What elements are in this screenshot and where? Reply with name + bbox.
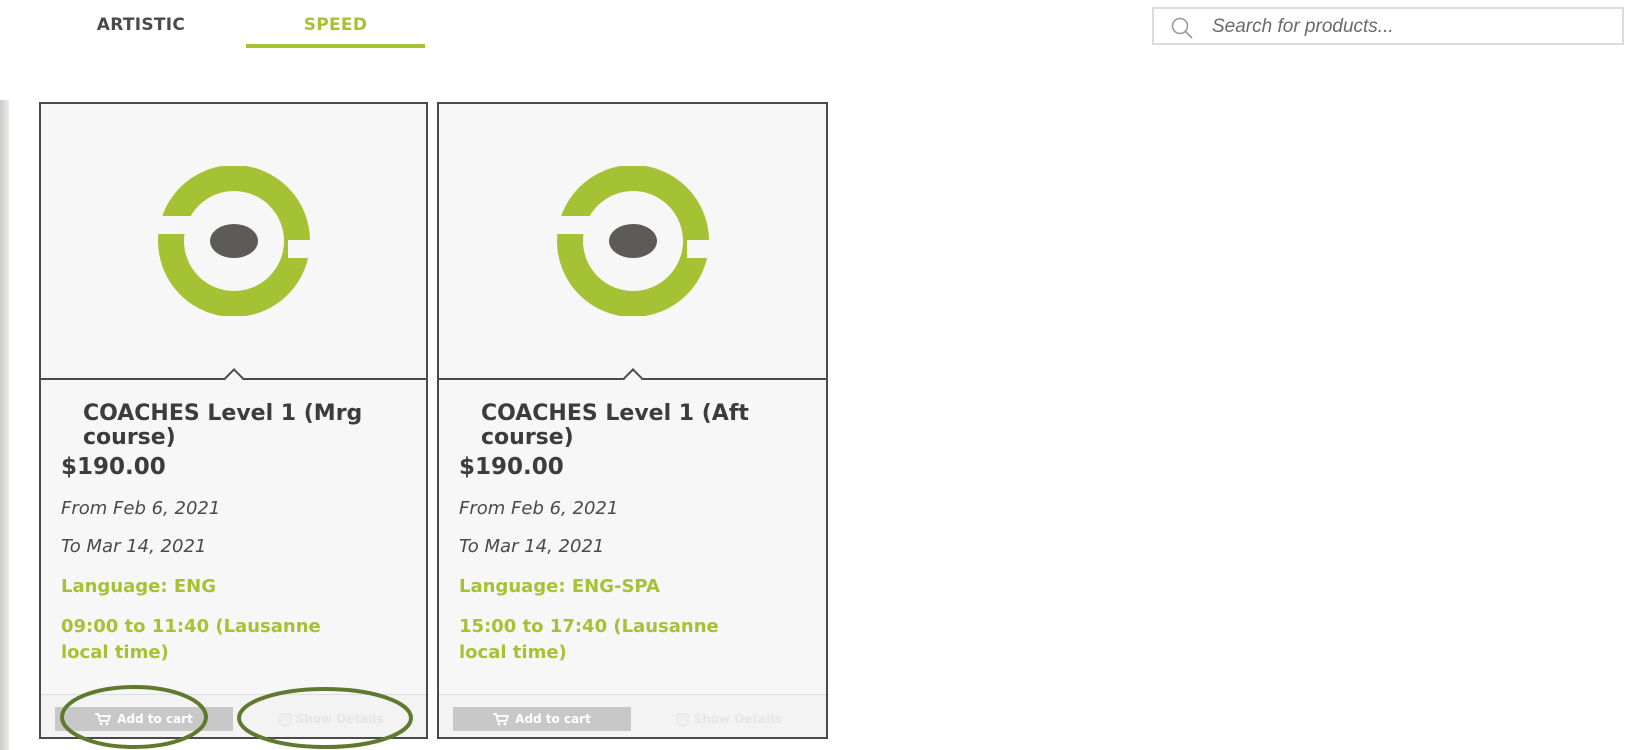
cart-icon <box>493 712 510 725</box>
product-card: COACHES Level 1 (Aft course) $190.00 Fro… <box>437 102 828 739</box>
show-details-button[interactable]: Show Details <box>266 707 396 731</box>
tab-artistic[interactable]: ARTISTIC <box>66 0 216 48</box>
end-date: To Mar 14, 2021 <box>459 536 605 557</box>
product-price: $190.00 <box>459 454 564 480</box>
show-details-label: Show Details <box>295 712 384 726</box>
ring-logo-icon <box>142 166 328 316</box>
cart-icon <box>95 712 112 725</box>
search-icon[interactable] <box>1170 17 1196 39</box>
time-label: 15:00 to 17:40 (Lausanne local time) <box>459 616 719 663</box>
tab-speed[interactable]: SPEED <box>246 0 425 48</box>
start-date: From Feb 6, 2021 <box>61 498 221 519</box>
product-title[interactable]: COACHES Level 1 (Aft course) <box>481 402 801 450</box>
language-label: Language: ENG <box>61 576 216 597</box>
product-price: $190.00 <box>61 454 166 480</box>
show-details-button[interactable]: Show Details <box>664 707 794 731</box>
add-to-cart-button[interactable]: Add to cart <box>453 707 631 731</box>
document-icon <box>278 712 291 726</box>
card-footer: Add to cart Show Details <box>41 694 426 737</box>
show-details-label: Show Details <box>693 712 782 726</box>
add-to-cart-button[interactable]: Add to cart <box>55 707 233 731</box>
search-input[interactable] <box>1210 13 1614 41</box>
left-edge-shadow <box>0 100 9 750</box>
end-date: To Mar 14, 2021 <box>61 536 207 557</box>
product-image[interactable] <box>41 104 426 380</box>
document-icon <box>676 712 689 726</box>
add-to-cart-label: Add to cart <box>515 712 591 726</box>
product-title[interactable]: COACHES Level 1 (Mrg course) <box>83 402 403 450</box>
time-label: 09:00 to 11:40 (Lausanne local time) <box>61 616 321 663</box>
start-date: From Feb 6, 2021 <box>459 498 619 519</box>
product-image[interactable] <box>439 104 826 380</box>
product-card: COACHES Level 1 (Mrg course) $190.00 Fro… <box>39 102 428 739</box>
language-label: Language: ENG-SPA <box>459 576 660 597</box>
add-to-cart-label: Add to cart <box>117 712 193 726</box>
search-box <box>1152 7 1624 45</box>
card-footer: Add to cart Show Details <box>439 694 826 737</box>
ring-logo-icon <box>541 166 727 316</box>
